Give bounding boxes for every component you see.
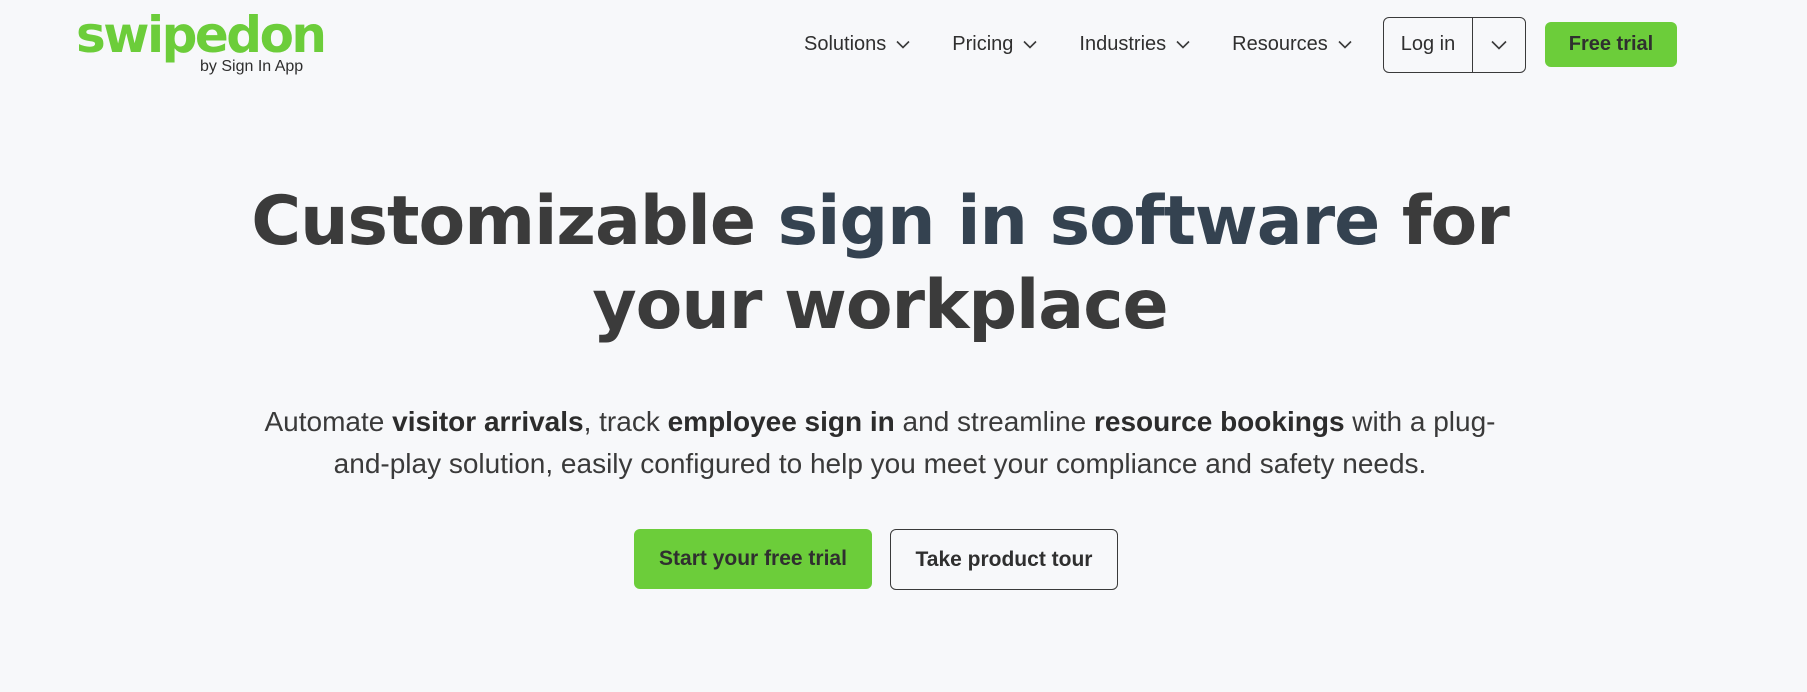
chevron-down-icon bbox=[1491, 40, 1507, 50]
page: swipedon by Sign In App Solutions Pricin… bbox=[0, 0, 1807, 692]
main-nav: Solutions Pricing Industries Resources bbox=[804, 26, 1394, 62]
hero-subtitle-bold: resource bookings bbox=[1094, 406, 1345, 437]
nav-item-label: Pricing bbox=[952, 32, 1014, 55]
login-menu-toggle[interactable] bbox=[1473, 18, 1525, 72]
hero-subtitle-text: Automate bbox=[264, 406, 393, 437]
chevron-down-icon bbox=[1338, 40, 1352, 49]
hero-title: Customizable sign in software for your w… bbox=[0, 180, 1760, 348]
nav-item-label: Industries bbox=[1079, 32, 1167, 55]
hero-subtitle-bold: employee sign in bbox=[667, 406, 895, 437]
logo-tagline: by Sign In App bbox=[200, 58, 304, 75]
hero-subtitle-text: and streamline bbox=[894, 406, 1094, 437]
free-trial-button[interactable]: Free trial bbox=[1545, 22, 1677, 67]
swipedon-logo[interactable]: swipedon by Sign In App bbox=[76, 6, 327, 80]
hero-title-highlight: sign in software bbox=[777, 182, 1381, 261]
nav-item-industries[interactable]: Industries bbox=[1079, 33, 1190, 56]
hero-subtitle-text: , track bbox=[583, 406, 668, 437]
chevron-down-icon bbox=[1176, 40, 1190, 49]
hero-subtitle: Automate visitor arrivals, track employe… bbox=[240, 401, 1520, 485]
chevron-down-icon bbox=[896, 40, 910, 49]
hero-subtitle-bold: visitor arrivals bbox=[392, 406, 584, 437]
take-product-tour-button[interactable]: Take product tour bbox=[890, 529, 1118, 590]
chevron-down-icon bbox=[1023, 40, 1037, 49]
nav-item-solutions[interactable]: Solutions bbox=[804, 33, 910, 56]
hero-title-part1: Customizable bbox=[251, 182, 778, 261]
hero-subtitle-text: with a plug- bbox=[1344, 406, 1496, 437]
hero-title-part2: for bbox=[1379, 182, 1510, 261]
login-button[interactable]: Log in bbox=[1384, 18, 1473, 72]
nav-item-resources[interactable]: Resources bbox=[1232, 33, 1352, 56]
nav-item-label: Resources bbox=[1232, 32, 1328, 55]
start-free-trial-button[interactable]: Start your free trial bbox=[634, 529, 872, 589]
hero-title-line2: your workplace bbox=[592, 266, 1168, 345]
logo-wordmark: swipedon bbox=[76, 6, 327, 64]
hero-cta-group: Start your free trial Take product tour bbox=[634, 529, 1118, 590]
hero-subtitle-text: and-play solution, easily configured to … bbox=[333, 448, 1427, 479]
login-split-button: Log in bbox=[1383, 17, 1526, 73]
nav-item-pricing[interactable]: Pricing bbox=[952, 33, 1037, 56]
nav-item-label: Solutions bbox=[804, 32, 887, 55]
